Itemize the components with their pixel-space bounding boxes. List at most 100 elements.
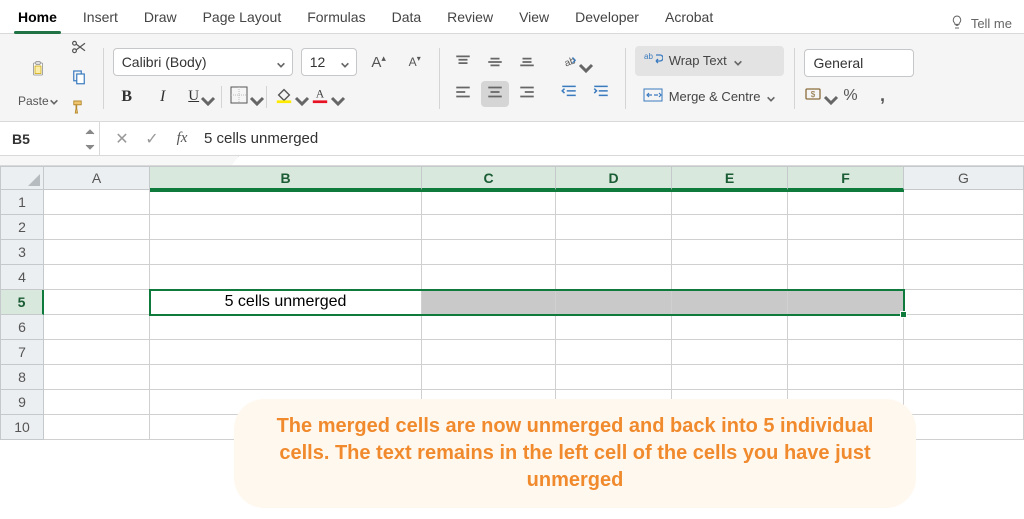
column-header[interactable]: F bbox=[788, 166, 904, 190]
cell[interactable] bbox=[672, 190, 788, 215]
cell[interactable] bbox=[44, 340, 150, 365]
cell[interactable] bbox=[672, 265, 788, 290]
column-header[interactable]: B bbox=[150, 166, 422, 190]
cell[interactable] bbox=[788, 415, 904, 440]
tell-me-search[interactable]: Tell me bbox=[949, 14, 1012, 33]
spreadsheet-grid[interactable]: ABCDEFG123455 cells unmerged678910 bbox=[0, 166, 1024, 440]
row-header[interactable]: 5 bbox=[0, 290, 44, 315]
cell[interactable] bbox=[788, 365, 904, 390]
cell[interactable] bbox=[556, 365, 672, 390]
spin-up-icon[interactable] bbox=[85, 124, 95, 139]
column-header[interactable]: A bbox=[44, 166, 150, 190]
column-header[interactable]: C bbox=[422, 166, 556, 190]
cell[interactable]: 5 cells unmerged bbox=[150, 290, 422, 315]
font-family-select[interactable]: Calibri (Body) bbox=[113, 48, 293, 76]
cell[interactable] bbox=[904, 315, 1024, 340]
cell[interactable] bbox=[44, 290, 150, 315]
cell[interactable] bbox=[422, 215, 556, 240]
cell[interactable] bbox=[44, 215, 150, 240]
tab-formulas[interactable]: Formulas bbox=[301, 3, 371, 33]
cell[interactable] bbox=[788, 240, 904, 265]
orientation-button[interactable]: ab bbox=[555, 51, 591, 77]
cell[interactable] bbox=[422, 365, 556, 390]
number-format-select[interactable]: General bbox=[804, 49, 914, 77]
tab-insert[interactable]: Insert bbox=[77, 3, 124, 33]
cell[interactable] bbox=[672, 365, 788, 390]
cell[interactable] bbox=[904, 390, 1024, 415]
cell[interactable] bbox=[556, 190, 672, 215]
decrease-indent-button[interactable] bbox=[555, 81, 583, 107]
cell[interactable] bbox=[904, 190, 1024, 215]
merge-centre-button[interactable]: Merge & Centre bbox=[635, 82, 785, 112]
cell[interactable] bbox=[788, 265, 904, 290]
cell[interactable] bbox=[672, 415, 788, 440]
font-size-select[interactable]: 12 bbox=[301, 48, 357, 76]
cell[interactable] bbox=[44, 365, 150, 390]
accounting-format-button[interactable]: $ bbox=[804, 83, 832, 109]
row-header[interactable]: 10 bbox=[0, 415, 44, 440]
align-bottom-button[interactable] bbox=[513, 51, 541, 77]
cell[interactable] bbox=[788, 290, 904, 315]
cell[interactable] bbox=[422, 265, 556, 290]
cell[interactable] bbox=[422, 415, 556, 440]
cell[interactable] bbox=[904, 290, 1024, 315]
percent-format-button[interactable]: % bbox=[836, 83, 864, 109]
cell[interactable] bbox=[150, 265, 422, 290]
row-header[interactable]: 3 bbox=[0, 240, 44, 265]
cell[interactable] bbox=[422, 315, 556, 340]
spin-down-icon[interactable] bbox=[85, 139, 95, 154]
cell[interactable] bbox=[672, 240, 788, 265]
cell[interactable] bbox=[904, 415, 1024, 440]
bold-button[interactable]: B bbox=[113, 84, 141, 110]
row-header[interactable]: 8 bbox=[0, 365, 44, 390]
formula-input[interactable] bbox=[202, 129, 1012, 148]
cell[interactable] bbox=[788, 315, 904, 340]
enter-formula-button[interactable]: ✓ bbox=[142, 129, 162, 149]
cell[interactable] bbox=[904, 365, 1024, 390]
cancel-formula-button[interactable]: ✕ bbox=[112, 129, 132, 149]
cell[interactable] bbox=[904, 215, 1024, 240]
wrap-text-button[interactable]: ab Wrap Text bbox=[635, 46, 785, 76]
name-box[interactable] bbox=[0, 122, 100, 155]
cell[interactable] bbox=[422, 190, 556, 215]
cell[interactable] bbox=[556, 215, 672, 240]
cell[interactable] bbox=[788, 390, 904, 415]
cell[interactable] bbox=[150, 340, 422, 365]
italic-button[interactable]: I bbox=[149, 84, 177, 110]
cell[interactable] bbox=[422, 240, 556, 265]
tab-home[interactable]: Home bbox=[12, 3, 63, 33]
comma-format-button[interactable]: , bbox=[868, 83, 896, 109]
increase-indent-button[interactable] bbox=[587, 81, 615, 107]
insert-function-button[interactable]: fx bbox=[172, 130, 192, 147]
cell[interactable] bbox=[672, 390, 788, 415]
copy-button[interactable] bbox=[65, 66, 93, 92]
cell[interactable] bbox=[788, 215, 904, 240]
cell[interactable] bbox=[672, 340, 788, 365]
cell[interactable] bbox=[150, 190, 422, 215]
cell[interactable] bbox=[904, 240, 1024, 265]
row-header[interactable]: 7 bbox=[0, 340, 44, 365]
tab-draw[interactable]: Draw bbox=[138, 3, 183, 33]
increase-font-button[interactable]: A▴ bbox=[365, 49, 393, 75]
row-header[interactable]: 4 bbox=[0, 265, 44, 290]
underline-button[interactable]: U bbox=[185, 84, 213, 110]
cell[interactable] bbox=[44, 390, 150, 415]
borders-button[interactable] bbox=[230, 84, 258, 110]
tab-page-layout[interactable]: Page Layout bbox=[197, 3, 288, 33]
cell[interactable] bbox=[672, 290, 788, 315]
cell[interactable] bbox=[556, 340, 672, 365]
align-right-button[interactable] bbox=[513, 81, 541, 107]
row-header[interactable]: 1 bbox=[0, 190, 44, 215]
align-center-button[interactable] bbox=[481, 81, 509, 107]
cell[interactable] bbox=[556, 315, 672, 340]
column-header[interactable]: E bbox=[672, 166, 788, 190]
cell[interactable] bbox=[44, 415, 150, 440]
format-painter-button[interactable] bbox=[65, 96, 93, 122]
cut-button[interactable] bbox=[65, 36, 93, 62]
align-middle-button[interactable] bbox=[481, 51, 509, 77]
cell[interactable] bbox=[150, 240, 422, 265]
cell[interactable] bbox=[150, 365, 422, 390]
cell[interactable] bbox=[556, 390, 672, 415]
align-left-button[interactable] bbox=[449, 81, 477, 107]
row-header[interactable]: 9 bbox=[0, 390, 44, 415]
